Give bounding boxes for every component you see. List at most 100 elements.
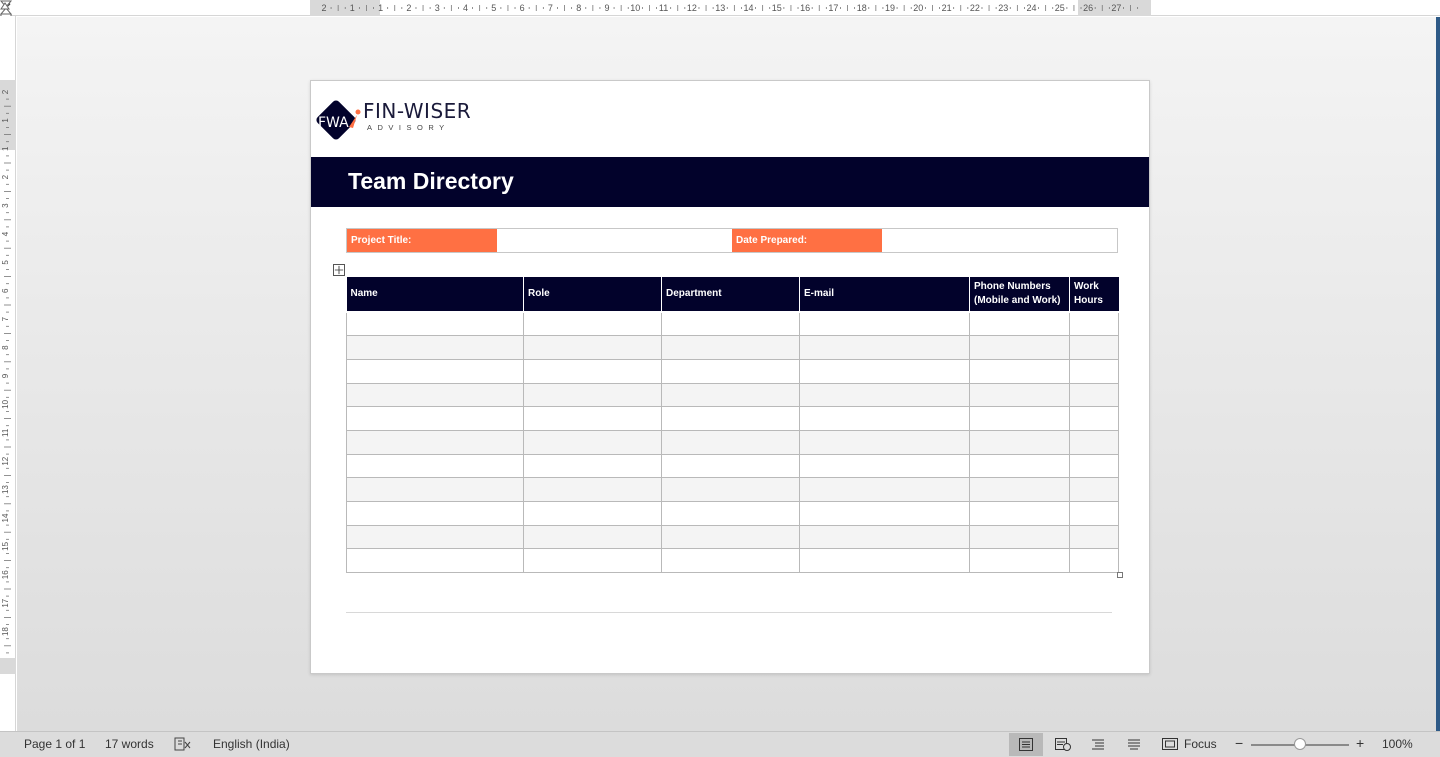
table-cell[interactable] bbox=[969, 429, 1070, 455]
table-row bbox=[346, 382, 1119, 408]
table-cell[interactable] bbox=[346, 477, 524, 502]
table-cell[interactable] bbox=[523, 358, 662, 384]
table-cell[interactable] bbox=[969, 453, 1070, 479]
vertical-ruler[interactable]: 2 1 1 2 3 4 5 6 7 8 9 10 11 12 13 14 15 16 17 18 bbox=[0, 16, 16, 731]
logo-tagline: ADVISORY bbox=[367, 123, 450, 132]
table-row bbox=[346, 429, 1119, 455]
table-cell[interactable] bbox=[799, 453, 970, 479]
table-cell[interactable] bbox=[969, 548, 1070, 574]
table-cell[interactable] bbox=[661, 501, 800, 526]
table-cell[interactable] bbox=[346, 524, 524, 550]
table-cell[interactable] bbox=[799, 358, 970, 384]
header-phone-numbers[interactable]: Phone Numbers (Mobile and Work) bbox=[969, 277, 1070, 313]
table-cell[interactable] bbox=[969, 382, 1070, 408]
focus-button[interactable]: Focus bbox=[1184, 737, 1217, 751]
table-cell[interactable] bbox=[799, 501, 970, 526]
header-name[interactable]: Name bbox=[346, 277, 524, 313]
outline-view-button[interactable] bbox=[1081, 733, 1115, 756]
table-cell[interactable] bbox=[661, 524, 800, 550]
language-indicator[interactable]: English (India) bbox=[213, 737, 290, 751]
table-cell[interactable] bbox=[523, 382, 662, 408]
word-count[interactable]: 17 words bbox=[105, 737, 154, 751]
table-cell[interactable] bbox=[523, 406, 662, 431]
table-cell[interactable] bbox=[969, 501, 1070, 526]
zoom-level[interactable]: 100% bbox=[1382, 737, 1413, 751]
header-email[interactable]: E-mail bbox=[799, 277, 970, 313]
table-cell[interactable] bbox=[661, 358, 800, 384]
horizontal-ruler[interactable]: ↱ 21123456789101112131415161718192021222… bbox=[0, 0, 1440, 22]
table-cell[interactable] bbox=[799, 524, 970, 550]
table-cell[interactable] bbox=[661, 453, 800, 479]
table-cell[interactable] bbox=[661, 477, 800, 502]
table-cell[interactable] bbox=[799, 477, 970, 502]
table-cell[interactable] bbox=[346, 358, 524, 384]
draft-view-button[interactable] bbox=[1117, 733, 1151, 756]
page-count[interactable]: Page 1 of 1 bbox=[24, 737, 85, 751]
table-cell[interactable] bbox=[1069, 406, 1119, 431]
table-cell[interactable] bbox=[661, 311, 800, 337]
focus-icon[interactable] bbox=[1162, 738, 1178, 750]
table-cell[interactable] bbox=[969, 311, 1070, 337]
table-cell[interactable] bbox=[523, 524, 662, 550]
table-cell[interactable] bbox=[346, 311, 524, 337]
table-cell[interactable] bbox=[346, 453, 524, 479]
document-page[interactable]: FWA FIN-WISER ADVISORY Team Directory Pr… bbox=[310, 80, 1150, 674]
table-cell[interactable] bbox=[523, 501, 662, 526]
document-title[interactable]: Team Directory bbox=[348, 168, 514, 195]
header-department[interactable]: Department bbox=[661, 277, 800, 313]
zoom-in-button[interactable]: + bbox=[1356, 735, 1364, 751]
table-cell[interactable] bbox=[661, 382, 800, 408]
table-cell[interactable] bbox=[346, 429, 524, 455]
table-cell[interactable] bbox=[1069, 548, 1119, 574]
team-directory-table[interactable]: Name Role Department E-mail Phone Number… bbox=[346, 277, 1119, 574]
table-cell[interactable] bbox=[661, 335, 800, 360]
table-cell[interactable] bbox=[346, 382, 524, 408]
proofing-icon[interactable] bbox=[174, 737, 192, 751]
table-cell[interactable] bbox=[346, 548, 524, 574]
table-cell[interactable] bbox=[799, 548, 970, 574]
table-cell[interactable] bbox=[1069, 335, 1119, 360]
table-cell[interactable] bbox=[799, 382, 970, 408]
table-cell[interactable] bbox=[523, 453, 662, 479]
header-role[interactable]: Role bbox=[523, 277, 662, 313]
table-cell[interactable] bbox=[1069, 382, 1119, 408]
table-row bbox=[346, 501, 1119, 526]
table-move-handle-icon[interactable] bbox=[333, 264, 345, 276]
table-cell[interactable] bbox=[799, 335, 970, 360]
table-cell[interactable] bbox=[661, 406, 800, 431]
header-work-hours[interactable]: Work Hours bbox=[1069, 277, 1119, 313]
table-cell[interactable] bbox=[799, 429, 970, 455]
table-cell[interactable] bbox=[1069, 358, 1119, 384]
table-cell[interactable] bbox=[1069, 501, 1119, 526]
table-cell[interactable] bbox=[969, 358, 1070, 384]
web-layout-button[interactable] bbox=[1045, 733, 1079, 756]
zoom-out-button[interactable]: − bbox=[1235, 735, 1243, 751]
date-prepared-field[interactable] bbox=[882, 229, 1117, 252]
table-cell[interactable] bbox=[523, 548, 662, 574]
table-cell[interactable] bbox=[1069, 524, 1119, 550]
table-cell[interactable] bbox=[346, 501, 524, 526]
table-cell[interactable] bbox=[799, 311, 970, 337]
table-cell[interactable] bbox=[969, 406, 1070, 431]
table-cell[interactable] bbox=[661, 548, 800, 574]
zoom-slider-thumb[interactable] bbox=[1294, 738, 1306, 750]
table-cell[interactable] bbox=[523, 429, 662, 455]
table-cell[interactable] bbox=[1069, 311, 1119, 337]
print-layout-button[interactable] bbox=[1009, 733, 1043, 756]
table-cell[interactable] bbox=[523, 477, 662, 502]
table-cell[interactable] bbox=[346, 406, 524, 431]
table-cell[interactable] bbox=[969, 524, 1070, 550]
table-cell[interactable] bbox=[523, 311, 662, 337]
table-cell[interactable] bbox=[523, 335, 662, 360]
table-cell[interactable] bbox=[1069, 429, 1119, 455]
table-resize-handle[interactable] bbox=[1117, 572, 1123, 578]
table-cell[interactable] bbox=[799, 406, 970, 431]
table-cell[interactable] bbox=[1069, 453, 1119, 479]
table-cell[interactable] bbox=[346, 335, 524, 360]
table-cell[interactable] bbox=[661, 429, 800, 455]
table-cell[interactable] bbox=[969, 335, 1070, 360]
right-indent-marker-icon[interactable] bbox=[0, 0, 10, 10]
table-cell[interactable] bbox=[969, 477, 1070, 502]
project-title-field[interactable] bbox=[497, 229, 732, 252]
table-cell[interactable] bbox=[1069, 477, 1119, 502]
